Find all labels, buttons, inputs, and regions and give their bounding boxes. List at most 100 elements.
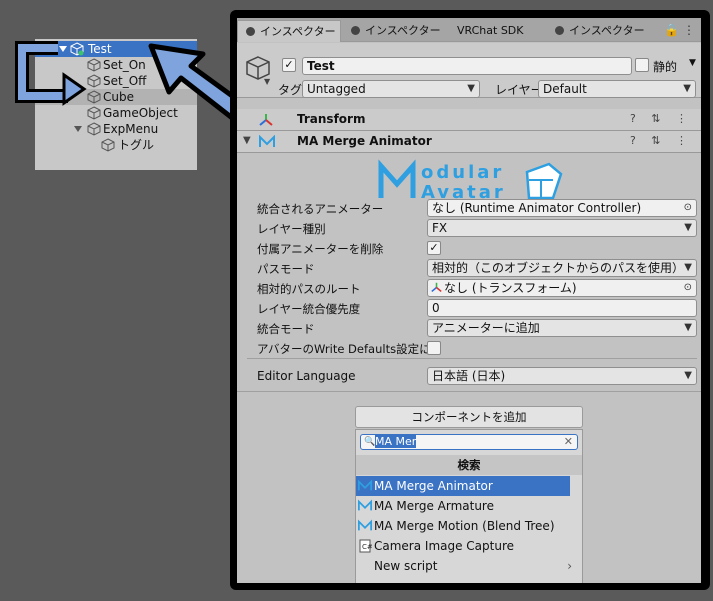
layer-dropdown[interactable]: Default ▼ <box>538 80 696 98</box>
component-options-icons[interactable]: ? ⇅ ⋮ <box>630 112 693 125</box>
field-label-layer-priority: レイヤー統合優先度 <box>257 302 361 316</box>
static-dropdown-icon[interactable]: ▼ <box>689 58 696 68</box>
search-icon: 🔍 <box>364 437 376 447</box>
clear-search-icon[interactable]: ✕ <box>564 435 573 449</box>
field-label-relative-root: 相対的パスのルート <box>257 282 361 296</box>
chevron-down-icon: ▼ <box>684 262 692 273</box>
chevron-down-icon: ▼ <box>683 83 691 94</box>
hierarchy-item-toggle[interactable]: トグル <box>35 137 197 153</box>
ma-icon <box>259 135 275 147</box>
merge-mode-dropdown[interactable]: アニメーターに追加 ▼ <box>427 319 697 337</box>
tab-bar: インスペクター インスペクター VRChat SDK インスペクター 🔒 ⋮ <box>237 18 701 42</box>
result-label: MA Merge Motion (Blend Tree) <box>374 519 555 533</box>
result-ma-merge-armature[interactable]: MA Merge Armature <box>356 496 570 516</box>
field-label-merge-mode: 統合モード <box>257 322 315 336</box>
result-label: Camera Image Capture <box>374 539 515 553</box>
tag-dropdown[interactable]: Untagged ▼ <box>302 80 480 98</box>
ma-icon <box>358 519 372 531</box>
component-search-input[interactable]: 🔍 MA Mer ✕ <box>360 434 578 450</box>
transform-icon <box>431 282 442 293</box>
tag-value: Untagged <box>307 82 366 96</box>
tab-label: VRChat SDK <box>457 24 524 37</box>
info-icon <box>555 26 564 35</box>
info-icon <box>246 27 255 36</box>
result-camera-image-capture[interactable]: C# Camera Image Capture <box>356 536 570 556</box>
active-checkbox[interactable]: ✓ <box>282 58 296 72</box>
chevron-down-icon: ▼ <box>684 322 692 333</box>
field-label-layer-type: レイヤー種別 <box>257 222 326 236</box>
script-icon: C# <box>359 539 372 553</box>
expand-arrow-icon[interactable] <box>74 126 82 132</box>
result-label: MA Merge Armature <box>374 499 494 513</box>
component-options-icons[interactable]: ? ⇅ ⋮ <box>630 134 693 147</box>
gameobject-cube-icon <box>87 122 101 136</box>
result-ma-merge-motion[interactable]: MA Merge Motion (Blend Tree) <box>356 516 570 536</box>
field-label-path-mode: パスモード <box>257 262 315 276</box>
component-title: Transform <box>297 112 366 126</box>
transform-component-header[interactable]: Transform ? ⇅ ⋮ <box>237 109 701 131</box>
modular-avatar-logo: odular Avatar <box>378 159 563 202</box>
field-value: アニメーターに追加 <box>432 321 540 335</box>
merge-animator-component-header[interactable]: ▼ MA Merge Animator ? ⇅ ⋮ <box>237 131 701 153</box>
chevron-down-icon: ▼ <box>684 222 692 233</box>
chevron-right-icon: › <box>567 559 572 573</box>
field-value: 日本語 (日本) <box>432 369 506 383</box>
gameobject-cube-icon <box>101 138 115 152</box>
tab-label: インスペクター <box>260 25 336 38</box>
hierarchy-item-label: Set_Off <box>103 74 147 88</box>
result-new-script[interactable]: New script › <box>356 556 572 576</box>
result-ma-merge-animator[interactable]: MA Merge Animator <box>356 476 570 496</box>
hierarchy-item-label: Set_On <box>103 58 146 72</box>
object-picker-icon[interactable]: ⊙ <box>684 200 692 216</box>
component-title: MA Merge Animator <box>297 134 432 148</box>
bracket-arrow-annotation <box>15 41 87 106</box>
layer-value: Default <box>543 82 587 96</box>
field-label-animator: 統合されるアニメーター <box>257 202 384 216</box>
layer-type-dropdown[interactable]: FX ▼ <box>427 219 697 237</box>
field-value: FX <box>432 221 448 235</box>
inspector-window: インスペクター インスペクター VRChat SDK インスペクター 🔒 ⋮ ▼… <box>230 10 710 590</box>
hierarchy-item-label: Test <box>88 42 112 56</box>
delete-attached-checkbox[interactable]: ✓ <box>427 241 441 255</box>
static-label: 静的 <box>653 60 678 74</box>
svg-text:odular: odular <box>421 162 504 183</box>
tab-vrchat-sdk[interactable]: VRChat SDK <box>449 20 545 42</box>
search-text: MA Mer <box>375 435 417 448</box>
tab-inspector-3[interactable]: インスペクター <box>547 20 647 42</box>
field-label-editor-language: Editor Language <box>257 369 356 383</box>
add-component-button[interactable]: コンポーネントを追加 <box>355 406 583 428</box>
object-header: ▼ ✓ Test 静的 ▼ タグ Untagged ▼ レイヤー Default ▼ <box>237 43 701 98</box>
transform-icon <box>259 114 273 126</box>
write-defaults-checkbox[interactable] <box>427 341 441 355</box>
field-label-delete-attached: 付属アニメーターを削除 <box>257 242 384 256</box>
object-name-field[interactable]: Test <box>302 57 632 75</box>
result-label: MA Merge Animator <box>374 479 493 493</box>
field-label-write-defaults: アバターのWrite Defaults設定に合 <box>257 342 427 356</box>
hierarchy-item-label: Cube <box>103 90 134 104</box>
collapse-arrow-icon[interactable]: ▼ <box>243 135 251 146</box>
layer-priority-input[interactable]: 0 <box>427 299 697 317</box>
path-mode-dropdown[interactable]: 相対的（このオブジェクトからのパスを使用） ▼ <box>427 259 697 277</box>
info-icon <box>351 26 360 35</box>
animator-object-field[interactable]: なし (Runtime Animator Controller) ⊙ <box>427 199 697 217</box>
separator <box>237 391 701 392</box>
dropdown-small-icon[interactable]: ▼ <box>264 77 270 86</box>
tab-menu-icon[interactable]: 🔒 ⋮ <box>664 23 695 37</box>
chevron-down-icon: ▼ <box>467 83 475 94</box>
field-value: なし (トランスフォーム) <box>444 281 577 295</box>
editor-language-dropdown[interactable]: 日本語 (日本) ▼ <box>427 367 697 385</box>
tag-label: タグ <box>278 83 303 97</box>
tab-inspector-2[interactable]: インスペクター <box>343 20 443 42</box>
static-checkbox[interactable] <box>635 58 649 72</box>
search-results-header: 検索 <box>356 455 582 475</box>
add-component-popup: 🔍 MA Mer ✕ 検索 MA Merge Animator MA Merge… <box>355 429 583 583</box>
tab-inspector-1[interactable]: インスペクター <box>237 20 341 42</box>
ma-icon <box>358 479 372 491</box>
chevron-down-icon: ▼ <box>684 370 692 381</box>
relative-root-object-field[interactable]: なし (トランスフォーム) ⊙ <box>427 279 697 297</box>
tab-label: インスペクター <box>365 24 441 37</box>
tab-label: インスペクター <box>569 24 645 37</box>
hierarchy-item-label: トグル <box>118 138 155 152</box>
object-picker-icon[interactable]: ⊙ <box>684 280 692 296</box>
ma-icon <box>358 499 372 511</box>
